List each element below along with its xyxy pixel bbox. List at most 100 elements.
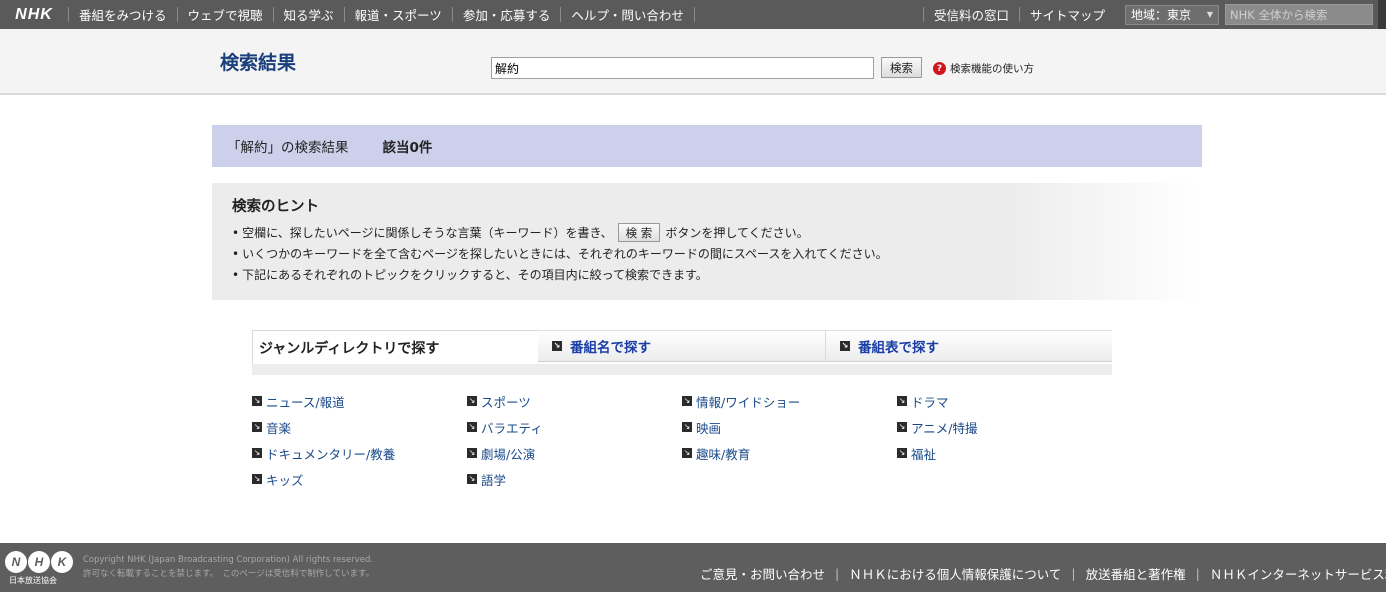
genre-label: ドラマ xyxy=(911,394,949,410)
hint-text: ボタンを押してください。 xyxy=(665,226,809,240)
genre-link[interactable]: ↘ 映画 xyxy=(682,414,897,440)
genre-link[interactable]: ↘ 音楽 xyxy=(252,414,467,440)
arrow-right-icon: ↘ xyxy=(252,448,262,458)
bullet-icon: • xyxy=(232,267,240,282)
genre-link[interactable]: ↘ ドキュメンタリー/教養 xyxy=(252,440,467,466)
region-select[interactable]: 地域：東京 ▼ xyxy=(1125,4,1219,25)
footer-divider: | xyxy=(1195,566,1200,581)
nav-find-programs[interactable]: 番組をみつける xyxy=(69,5,177,24)
tab-program-name[interactable]: ↘ 番組名で探す xyxy=(538,330,826,362)
hint-text: いくつかのキーワードを全て含むページを探したいときには、それぞれのキーワードの間… xyxy=(242,247,888,261)
arrow-right-icon: ↘ xyxy=(897,448,907,458)
arrow-right-icon: ↘ xyxy=(252,396,262,406)
arrow-right-icon: ↘ xyxy=(682,448,692,458)
site-search-button[interactable] xyxy=(1378,0,1386,29)
genre-link[interactable]: ↘ 劇場/公演 xyxy=(467,440,682,466)
arrow-right-icon: ↘ xyxy=(467,448,477,458)
genre-label: バラエティ xyxy=(481,420,543,436)
hint-text: 下記にあるそれぞれのトピックをクリックすると、その項目内に絞って検索できます。 xyxy=(242,268,708,282)
genre-label: キッズ xyxy=(266,472,304,488)
footer-divider: | xyxy=(835,566,840,581)
search-help-link[interactable]: ? 検索機能の使い方 xyxy=(933,61,1034,76)
site-footer: N H K 日本放送協会 Copyright NHK (Japan Broadc… xyxy=(0,543,1386,592)
arrow-right-icon: ↘ xyxy=(840,341,850,351)
genre-link[interactable]: ↘ 語学 xyxy=(467,466,682,492)
genre-link[interactable]: ↘ 情報/ワイドショー xyxy=(682,388,897,414)
footer-links: ご意見・お問い合わせ | ＮＨＫにおける個人情報保護について | 放送番組と著作… xyxy=(700,564,1386,583)
footer-logo-subtitle: 日本放送協会 xyxy=(9,576,57,585)
copyright-text: Copyright NHK (Japan Broadcasting Corpor… xyxy=(83,555,374,565)
arrow-right-icon: ↘ xyxy=(897,396,907,406)
tab-schedule-label: 番組表で探す xyxy=(858,340,939,356)
footer-logo-letter: H xyxy=(28,551,50,573)
global-nav: NHK 番組をみつける ウェブで視聴 知る学ぶ 報道・スポーツ 参加・応募する … xyxy=(0,0,1386,29)
copyright-notice: 許可なく転載することを禁じます。 このページは受信料で制作しています。 xyxy=(83,569,375,579)
arrow-right-icon: ↘ xyxy=(897,422,907,432)
arrow-right-icon: ↘ xyxy=(682,422,692,432)
hint-item: • 下記にあるそれぞれのトピックをクリックすると、その項目内に絞って検索できます… xyxy=(232,264,1202,285)
genre-label: ニュース/報道 xyxy=(266,394,345,410)
footer-link-copyright[interactable]: 放送番組と著作権 xyxy=(1086,564,1186,583)
genre-label: スポーツ xyxy=(481,394,531,410)
nav-right-group: 受信料の窓口 サイトマップ 地域：東京 ▼ xyxy=(922,0,1386,29)
tab-genre-directory[interactable]: ジャンルディレクトリで探す xyxy=(252,330,538,364)
nav-fee-window[interactable]: 受信料の窓口 xyxy=(924,5,1019,24)
footer-copyright: Copyright NHK (Japan Broadcasting Corpor… xyxy=(83,553,374,581)
hint-search-button-image: 検 索 xyxy=(617,223,661,242)
site-search-input[interactable] xyxy=(1225,4,1373,25)
footer-link-feedback[interactable]: ご意見・お問い合わせ xyxy=(700,564,825,583)
genre-link[interactable]: ↘ ニュース/報道 xyxy=(252,388,467,414)
arrow-right-icon: ↘ xyxy=(682,396,692,406)
tab-schedule[interactable]: ↘ 番組表で探す xyxy=(826,330,1112,362)
genre-label: 語学 xyxy=(481,472,507,488)
genre-link[interactable]: ↘ キッズ xyxy=(252,466,467,492)
footer-link-terms[interactable]: ＮＨＫインターネットサービス利用規約 xyxy=(1210,564,1386,583)
footer-link-privacy[interactable]: ＮＨＫにおける個人情報保護について xyxy=(849,564,1061,583)
tab-underbar xyxy=(252,364,1112,375)
bullet-icon: • xyxy=(232,246,240,261)
genre-label: 福祉 xyxy=(911,446,937,462)
nav-sitemap[interactable]: サイトマップ xyxy=(1020,5,1115,24)
nav-divider xyxy=(693,7,695,22)
results-summary: 「解約」の検索結果 該当0件 xyxy=(212,125,1202,167)
hint-item: • 空欄に、探したいページに関係しそうな言葉（キーワード）を書き、 検 索 ボタ… xyxy=(232,222,1202,243)
nav-learn[interactable]: 知る学ぶ xyxy=(274,5,344,24)
genre-link[interactable]: ↘ スポーツ xyxy=(467,388,682,414)
genre-label: 劇場/公演 xyxy=(481,446,536,462)
nav-help[interactable]: ヘルプ・問い合わせ xyxy=(561,5,694,24)
directory-tabs: ジャンルディレクトリで探す ↘ 番組名で探す ↘ 番組表で探す xyxy=(252,330,1112,375)
genre-link[interactable]: ↘ 趣味/教育 xyxy=(682,440,897,466)
nav-watch-web[interactable]: ウェブで視聴 xyxy=(178,5,273,24)
nav-participate[interactable]: 参加・応募する xyxy=(453,5,561,24)
genre-link[interactable]: ↘ ドラマ xyxy=(897,388,1112,414)
footer-nhk-logo[interactable]: N H K 日本放送協会 xyxy=(5,551,75,586)
genre-label: 音楽 xyxy=(266,420,292,436)
results-count: 該当0件 xyxy=(382,140,433,156)
search-input[interactable] xyxy=(491,57,874,79)
triangle-down-icon: ▼ xyxy=(1206,10,1213,19)
footer-divider: | xyxy=(1071,566,1076,581)
footer-logo-letter: K xyxy=(51,551,73,573)
nhk-logo[interactable]: NHK xyxy=(0,0,68,29)
genre-list: ↘ ニュース/報道 ↘ スポーツ ↘ 情報/ワイドショー ↘ ドラマ ↘ 音楽 ↘ バラエテ… xyxy=(252,388,1112,492)
genre-link[interactable]: ↘ アニメ/特撮 xyxy=(897,414,1112,440)
region-label: 地域：東京 xyxy=(1131,8,1192,22)
genre-label: 映画 xyxy=(696,420,722,436)
nav-news-sports[interactable]: 報道・スポーツ xyxy=(345,5,452,24)
hints-title: 検索のヒント xyxy=(232,199,319,215)
genre-link[interactable]: ↘ 福祉 xyxy=(897,440,1112,466)
footer-logo-letter: N xyxy=(5,551,27,573)
hint-text: 空欄に、探したいページに関係しそうな言葉（キーワード）を書き、 xyxy=(242,226,613,240)
genre-label: アニメ/特撮 xyxy=(911,420,978,436)
arrow-right-icon: ↘ xyxy=(552,341,562,351)
genre-link[interactable]: ↘ バラエティ xyxy=(467,414,682,440)
tab-program-name-label: 番組名で探す xyxy=(570,340,651,356)
search-button[interactable]: 検索 xyxy=(881,57,922,78)
results-query-label: 「解約」の検索結果 xyxy=(227,140,349,156)
search-hints: 検索のヒント • 空欄に、探したいページに関係しそうな言葉（キーワード）を書き、… xyxy=(212,183,1202,300)
arrow-right-icon: ↘ xyxy=(467,422,477,432)
hint-item: • いくつかのキーワードを全て含むページを探したいときには、それぞれのキーワード… xyxy=(232,243,1202,264)
bullet-icon: • xyxy=(232,225,240,240)
page-title: 検索結果 xyxy=(220,52,297,74)
genre-label: 趣味/教育 xyxy=(696,446,751,462)
